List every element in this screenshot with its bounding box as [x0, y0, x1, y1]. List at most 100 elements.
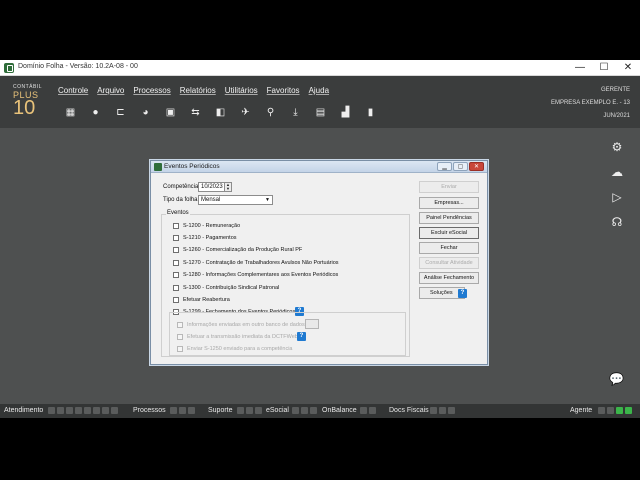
- agente-indicators: [598, 407, 632, 415]
- chart-icon[interactable]: ▟: [333, 104, 358, 120]
- checkbox[interactable]: [173, 271, 179, 278]
- menu-processos[interactable]: Processos: [133, 86, 170, 95]
- tipo-folha-value: Mensal: [201, 197, 221, 203]
- event-s1270[interactable]: S-1270 - Contratação de Trabalhadores Av…: [173, 258, 339, 267]
- grid-icon[interactable]: ▣: [158, 104, 183, 120]
- event-s1260[interactable]: S-1260 - Comercialização da Produção Rur…: [173, 245, 302, 254]
- logo-line3: 10: [13, 97, 36, 119]
- dialog-titlebar: Eventos Periódicos ▁ ▢ ✕: [151, 161, 487, 173]
- processos-indicators: [170, 407, 195, 415]
- event-s1280[interactable]: S-1280 - Informações Complementares aos …: [173, 270, 338, 279]
- event-label: S-1280 - Informações Complementares aos …: [183, 271, 339, 278]
- checkbox[interactable]: [173, 222, 179, 229]
- dialog-maximize-button[interactable]: ▢: [453, 162, 468, 171]
- person-icon[interactable]: ●: [83, 104, 108, 120]
- branch-icon[interactable]: ⊏: [108, 104, 133, 120]
- event-label: S-1270 - Contratação de Trabalhadores Av…: [183, 259, 339, 266]
- headset-icon[interactable]: ☊: [610, 215, 624, 229]
- menu-ajuda[interactable]: Ajuda: [309, 86, 329, 95]
- checkbox[interactable]: [173, 284, 179, 291]
- user-name: GERENTE: [600, 87, 630, 93]
- option-label: Enviar S-1250 enviado para a competência: [187, 345, 293, 352]
- event-reabertura[interactable]: Efetuar Reabertura: [173, 295, 230, 304]
- top-bar: CONTÁBIL PLUS 10 Controle Arquivo Proces…: [0, 76, 640, 128]
- maximize-button[interactable]: ☐: [592, 61, 616, 75]
- checkbox[interactable]: [173, 234, 179, 241]
- transfer-icon[interactable]: ⇆: [183, 104, 208, 120]
- excluir-esocial-button[interactable]: Excluir eSocial: [419, 227, 479, 239]
- play-icon[interactable]: ▷: [610, 190, 624, 204]
- menu-arquivo[interactable]: Arquivo: [97, 86, 124, 95]
- menu-controle[interactable]: Controle: [58, 86, 88, 95]
- minimize-button[interactable]: —: [568, 61, 592, 75]
- analise-fechamento-button[interactable]: Análise Fechamento: [419, 272, 479, 284]
- app-icon: [4, 63, 14, 73]
- plane-icon[interactable]: ✈: [233, 104, 258, 120]
- status-agente[interactable]: Agente: [570, 407, 592, 414]
- competencia-spinner[interactable]: ▲ ▼: [224, 182, 232, 192]
- event-label: S-1200 - Remuneração: [183, 222, 241, 229]
- checkbox: [177, 333, 183, 340]
- tipo-folha-select[interactable]: Mensal ▼: [198, 195, 273, 205]
- menu-relatorios[interactable]: Relatórios: [180, 86, 216, 95]
- checkbox[interactable]: [173, 296, 179, 303]
- help-icon[interactable]: ?: [458, 289, 467, 298]
- window-title: Domínio Folha - Versão: 10.2A-08 - 00: [18, 63, 138, 70]
- event-s1200[interactable]: S-1200 - Remuneração: [173, 221, 240, 230]
- cloud-icon[interactable]: ☁: [610, 165, 624, 179]
- competencia-label: Competência:: [163, 184, 201, 190]
- help-icon[interactable]: ?: [297, 332, 306, 341]
- dialog-minimize-button[interactable]: ▁: [437, 162, 452, 171]
- event-label: S-1210 - Pagamentos: [183, 234, 237, 241]
- checkbox[interactable]: [173, 259, 179, 266]
- chevron-down-icon: ▼: [265, 197, 270, 203]
- option-label: Efetuar a transmissão imediata da DCTFWe…: [187, 333, 298, 340]
- checkbox: [177, 321, 183, 328]
- competencia-input[interactable]: 10/2023: [198, 182, 226, 192]
- status-onbalance[interactable]: OnBalance: [322, 407, 357, 414]
- status-bar: Atendimento Processos Suporte eSocial On…: [0, 404, 640, 418]
- book-icon[interactable]: ▮: [358, 104, 383, 120]
- gear-icon[interactable]: ⚙: [610, 140, 624, 154]
- suporte-indicators: [237, 407, 262, 415]
- checkbox[interactable]: [173, 246, 179, 253]
- person-settings-icon[interactable]: ◕: [133, 104, 158, 120]
- event-s1210[interactable]: S-1210 - Pagamentos: [173, 233, 237, 242]
- building-icon[interactable]: ▦: [58, 104, 83, 120]
- atendimento-indicators: [48, 407, 118, 415]
- status-esocial[interactable]: eSocial: [266, 407, 289, 414]
- enviar-button[interactable]: Enviar: [419, 181, 479, 193]
- eventos-label: Eventos: [166, 210, 190, 216]
- menu-favoritos[interactable]: Favoritos: [267, 86, 300, 95]
- period: JUN/2021: [603, 113, 630, 119]
- search-icon[interactable]: ⚲: [258, 104, 283, 120]
- close-button[interactable]: ✕: [616, 61, 640, 75]
- status-atendimento[interactable]: Atendimento: [4, 407, 43, 414]
- status-processos[interactable]: Processos: [133, 407, 166, 414]
- docs-fiscais-indicators: [430, 407, 455, 415]
- download-icon[interactable]: ⤓: [283, 104, 308, 120]
- edit-doc-icon[interactable]: ◧: [208, 104, 233, 120]
- side-icons: ⚙ ☁ ▷ ☊: [610, 140, 624, 230]
- consultar-atividade-button[interactable]: Consultar Atividade: [419, 257, 479, 269]
- toolbar: ▦ ● ⊏ ◕ ▣ ⇆ ◧ ✈ ⚲ ⤓ ▤ ▟ ▮: [58, 104, 383, 120]
- onbalance-indicators: [360, 407, 376, 415]
- option-outro-banco: Informações enviadas em outro banco de d…: [177, 320, 305, 329]
- chat-icon[interactable]: 💬: [609, 372, 624, 386]
- dialog-close-button[interactable]: ✕: [469, 162, 484, 171]
- menu-utilitarios[interactable]: Utilitários: [225, 86, 258, 95]
- option-label: Informações enviadas em outro banco de d…: [187, 321, 305, 328]
- logo: CONTÁBIL PLUS 10: [10, 82, 50, 122]
- tipo-folha-label: Tipo da folha:: [163, 197, 200, 203]
- event-label: S-1260 - Comercialização da Produção Rur…: [183, 246, 303, 253]
- fechar-button[interactable]: Fechar: [419, 242, 479, 254]
- esocial-indicators: [292, 407, 317, 415]
- option-s1250: Enviar S-1250 enviado para a competência: [177, 344, 292, 353]
- empresas-button[interactable]: Empresas...: [419, 197, 479, 209]
- status-docs-fiscais[interactable]: Docs Fiscais: [389, 407, 429, 414]
- status-suporte[interactable]: Suporte: [208, 407, 233, 414]
- company-name: EMPRESA EXEMPLO E. - 13: [550, 100, 630, 106]
- painel-pendencias-button[interactable]: Painel Pendências: [419, 212, 479, 224]
- event-s1300[interactable]: S-1300 - Contribuição Sindical Patronal: [173, 283, 279, 292]
- calculator-icon[interactable]: ▤: [308, 104, 333, 120]
